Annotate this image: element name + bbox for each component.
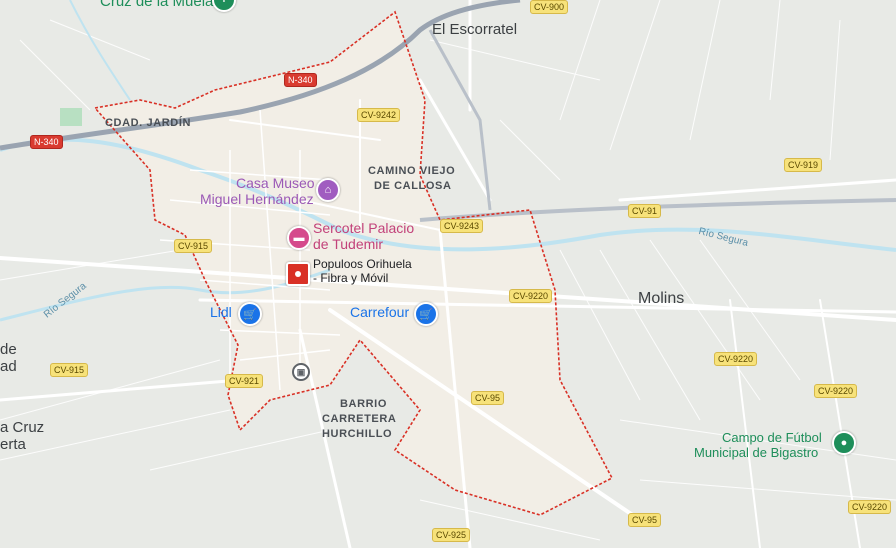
poi-sercotel-line2[interactable]: de Tudemir	[313, 236, 383, 253]
neighborhood-camino-viejo-line1: CAMINO VIEJO	[368, 165, 456, 177]
poi-carrefour[interactable]: Carrefour	[350, 304, 409, 321]
poi-populoos-line1[interactable]: Populoos Orihuela	[313, 257, 412, 271]
neighborhood-barrio-line1: BARRIO	[340, 398, 387, 410]
road-shield-cv9243: CV-9243	[440, 219, 484, 233]
road-shield-cv95: CV-95	[628, 513, 662, 527]
road-shield-cv925: CV-925	[432, 528, 471, 542]
road-shield-cv915: CV-915	[174, 239, 213, 253]
poi-lidl[interactable]: Lidl	[210, 304, 232, 321]
road-shield-cv921: CV-921	[225, 374, 264, 388]
neighborhood-cdad-jardin: CDAD. JARDÍN	[105, 117, 192, 129]
place-el-escorratel: El Escorratel	[432, 21, 518, 38]
neighborhood-barrio-line3: HURCHILLO	[322, 428, 393, 440]
place-partial-a-cruz: a Cruz	[0, 419, 45, 436]
place-partial-de: de	[0, 341, 17, 358]
road-shield-cv95: CV-95	[471, 391, 505, 405]
cart-icon[interactable]: 🛒	[414, 302, 438, 326]
cart-icon[interactable]: 🛒	[238, 302, 262, 326]
place-cruz-de-la-muela: Cruz de la Muela	[100, 0, 214, 10]
poi-campo-line1[interactable]: Campo de Fútbol	[722, 430, 822, 446]
road-shield-cv900: CV-900	[530, 0, 569, 14]
road-shield-cv9220: CV-9220	[509, 289, 553, 303]
road-shield-n340: N-340	[30, 135, 63, 149]
train-icon[interactable]: ▣	[292, 363, 310, 381]
road-shield-cv9220: CV-9220	[714, 352, 758, 366]
poi-casa-museo-line2[interactable]: Miguel Hernández	[200, 191, 314, 208]
road-shield-cv9242: CV-9242	[357, 108, 401, 122]
poi-populoos-line2[interactable]: - Fibra y Móvil	[313, 271, 388, 285]
museum-icon[interactable]: ⌂	[316, 178, 340, 202]
poi-casa-museo-line1[interactable]: Casa Museo	[236, 175, 315, 192]
road-shield-cv915: CV-915	[50, 363, 89, 377]
location-pin-icon[interactable]	[286, 262, 310, 286]
hotel-icon[interactable]: ▬	[287, 226, 311, 250]
poi-campo-line2[interactable]: Municipal de Bigastro	[694, 445, 818, 461]
road-shield-cv9220: CV-9220	[848, 500, 892, 514]
road-shield-cv9220: CV-9220	[814, 384, 858, 398]
stadium-icon[interactable]: ●	[832, 431, 856, 455]
place-partial-ad: ad	[0, 358, 17, 375]
neighborhood-barrio-line2: CARRETERA	[322, 413, 397, 425]
neighborhood-camino-viejo-line2: DE CALLOSA	[374, 180, 452, 192]
place-molins: Molins	[638, 290, 685, 307]
poi-sercotel-line1[interactable]: Sercotel Palacio	[313, 220, 414, 237]
map-canvas[interactable]: Cruz de la Muela + El Escorratel Molins …	[0, 0, 896, 548]
road-shield-cv91: CV-91	[628, 204, 662, 218]
map-base	[0, 0, 896, 548]
road-shield-n340: N-340	[284, 73, 317, 87]
road-shield-cv919: CV-919	[784, 158, 823, 172]
place-partial-erta: erta	[0, 436, 26, 453]
